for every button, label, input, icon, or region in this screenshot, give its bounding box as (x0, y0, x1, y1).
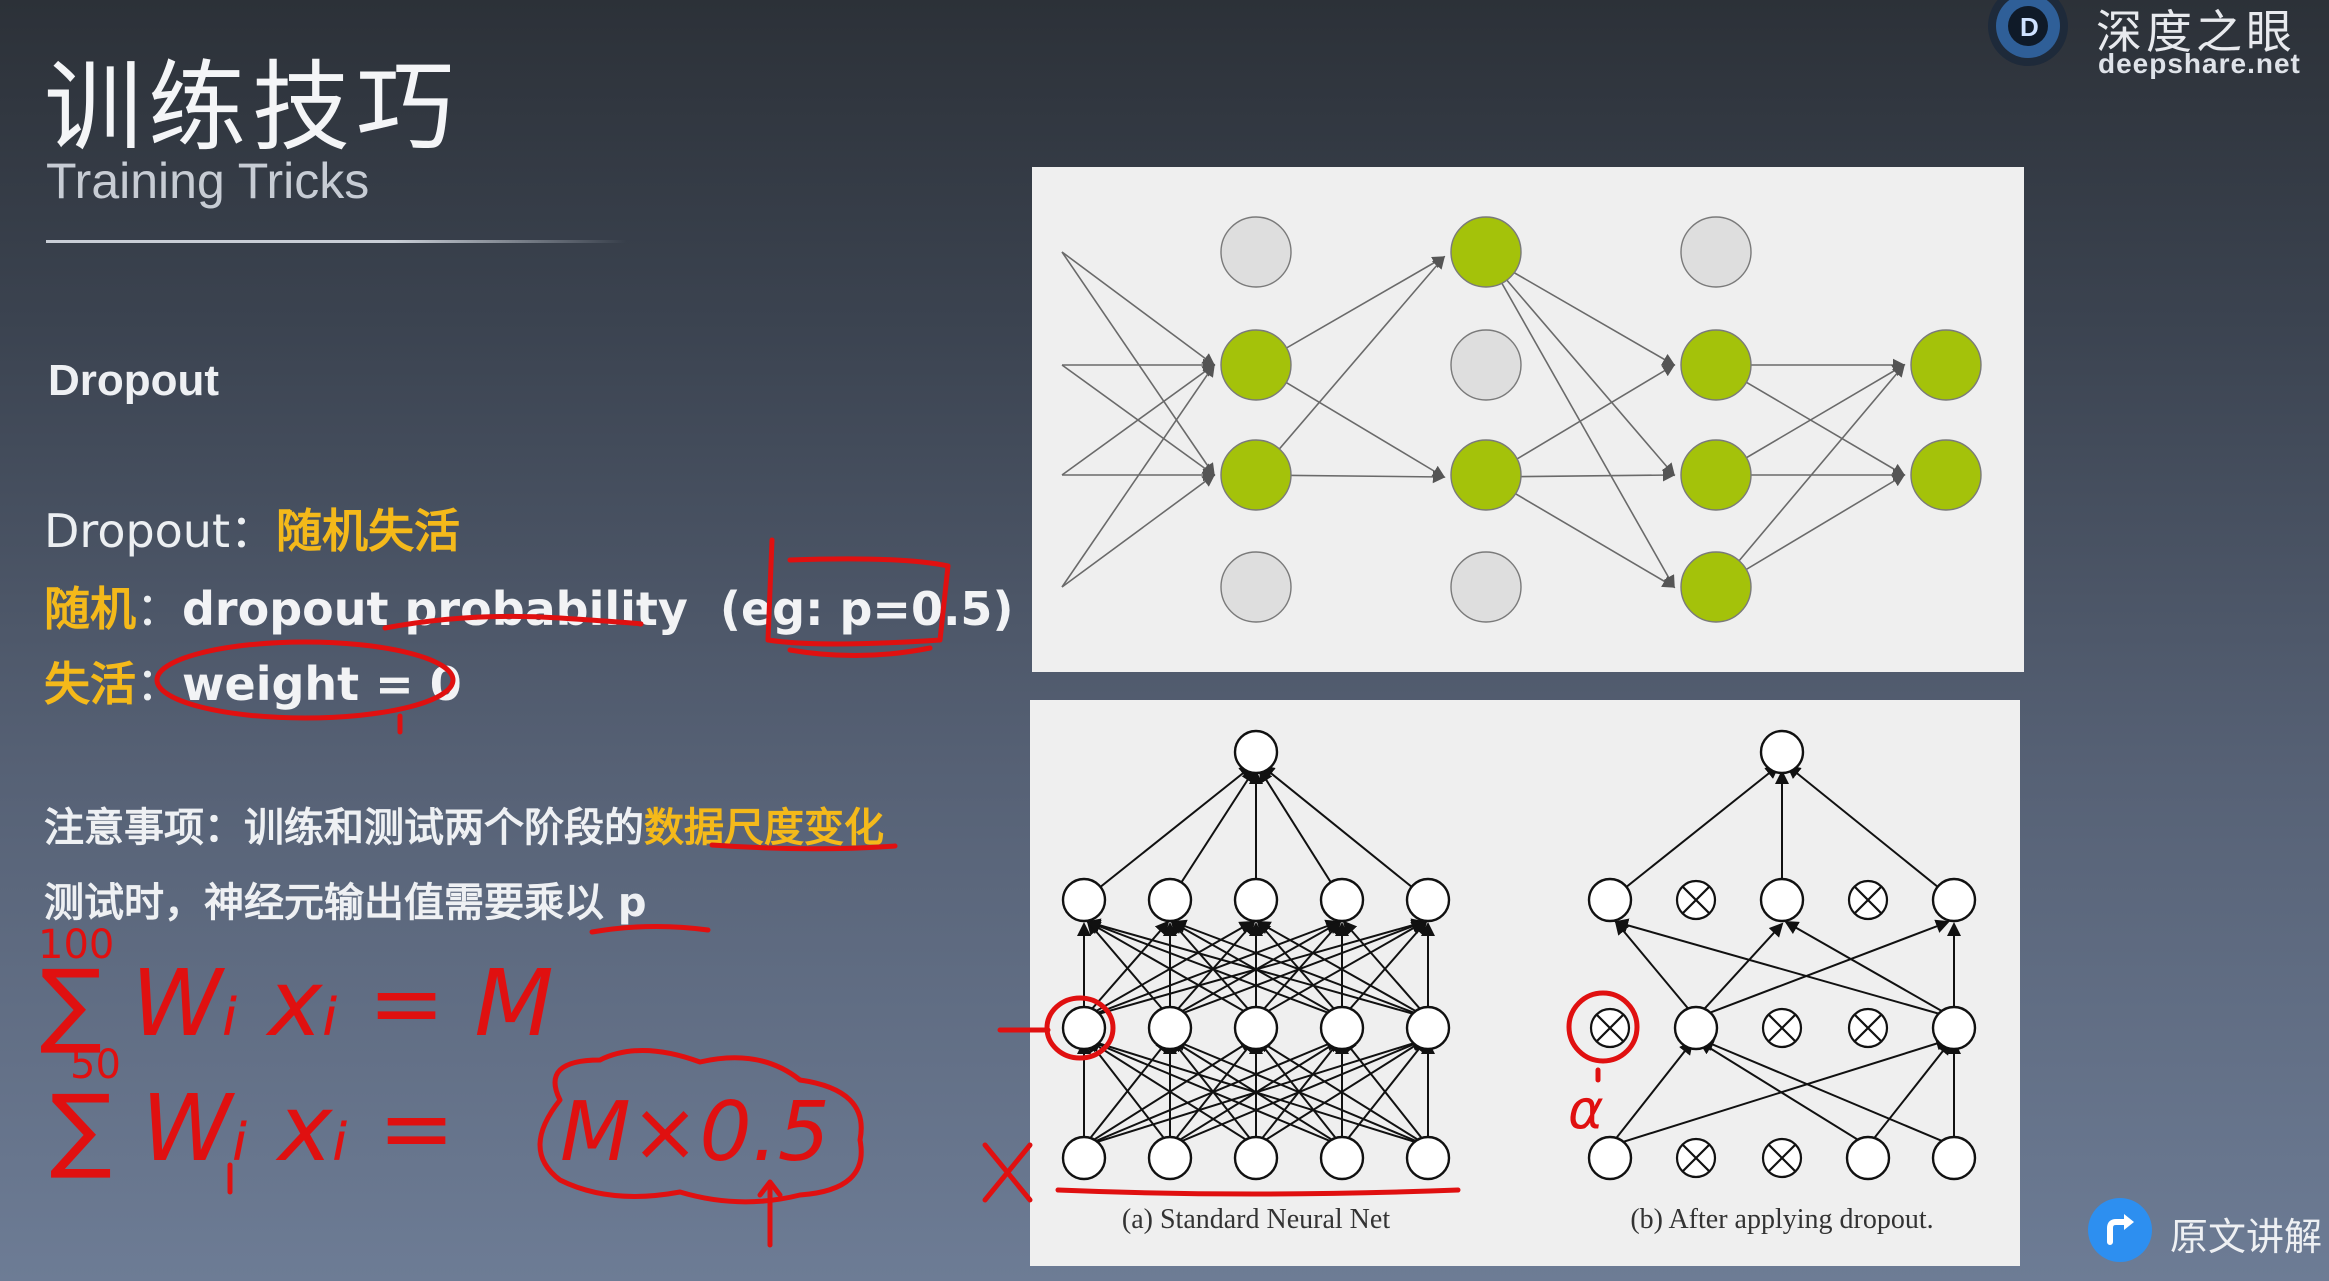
note-prefix: 注意事项：训练和测试两个阶段的 (44, 805, 644, 851)
neuron (1931, 1135, 1977, 1181)
deactivate-sep: ： (136, 657, 182, 711)
neuron (1405, 1005, 1451, 1051)
note-line-2: 测试时，神经元输出值需要乘以 p (44, 880, 647, 926)
svg-text:D: D (2020, 12, 2039, 42)
neuron (1587, 877, 1633, 923)
neuron (1759, 729, 1805, 775)
sum2-equation: ∑ Wᵢ xᵢ = (50, 1075, 455, 1182)
dropped-neurons (1589, 879, 1889, 1179)
node-active (1450, 216, 1522, 288)
slide-title-en: Training Tricks (46, 153, 370, 209)
neuron (1147, 877, 1193, 923)
neuron (1587, 1135, 1633, 1181)
node-active (1680, 439, 1752, 511)
standard-vs-dropout-panel: (a) Standard Neural Net (b) After applyi… (1030, 700, 2020, 1266)
share-arrow-icon (2107, 1214, 2134, 1245)
random-sep: ： (136, 582, 182, 636)
note-highlight: 数据尺度变化 (644, 805, 884, 851)
neuron (1673, 1005, 1719, 1051)
title-divider (46, 240, 626, 243)
node-dropped (1450, 329, 1522, 401)
node-dropped (1220, 216, 1292, 288)
random-line: 随机：dropout probability (eg: p=0.5) (44, 573, 1013, 639)
sum1-equation: ∑ Wᵢ xᵢ = M (40, 950, 554, 1057)
standard-vs-dropout-diagram: (a) Standard Neural Net (b) After applyi… (1061, 729, 1977, 1235)
node-dropped (1220, 551, 1292, 623)
node-active (1680, 551, 1752, 623)
caption-dropout-net: (b) After applying dropout. (1630, 1204, 1933, 1235)
node-active (1450, 439, 1522, 511)
node-active (1680, 329, 1752, 401)
deactivate-text: weight = 0 (182, 657, 462, 711)
neuron (1061, 877, 1107, 923)
node-dropped (1450, 551, 1522, 623)
neuron (1233, 1135, 1279, 1181)
definition-line: Dropout：随机失活 (44, 495, 460, 561)
node-active (1220, 329, 1292, 401)
random-text: dropout probability (182, 582, 688, 636)
original-explanation-label[interactable]: 原文讲解 (2170, 1206, 2322, 1261)
random-example: (eg: p=0.5) (687, 582, 1014, 636)
neuron (1319, 877, 1365, 923)
dropout-diagram-panel (1032, 167, 2024, 672)
neuron (1233, 877, 1279, 923)
original-explanation-button[interactable] (2088, 1198, 2152, 1262)
neuron (1147, 1135, 1193, 1181)
node-dropped (1680, 216, 1752, 288)
neuron (1319, 1135, 1365, 1181)
sum1-upper-limit: 100 (38, 922, 114, 968)
node-output (1910, 329, 1982, 401)
node-output (1910, 439, 1982, 511)
slide-title-cn: 训练技巧 (44, 51, 461, 165)
dropout-network-diagram (1061, 216, 1982, 623)
neuron (1845, 1135, 1891, 1181)
deactivate-label: 失活 (44, 657, 136, 711)
deepshare-logo-icon: D (1988, 0, 2068, 66)
neuron (1061, 1005, 1107, 1051)
term-value: 随机失活 (276, 504, 460, 558)
result-term: M×0.5 (560, 1085, 830, 1180)
neuron (1233, 1005, 1279, 1051)
section-heading: Dropout (48, 356, 220, 405)
node-active (1220, 439, 1292, 511)
random-label: 随机 (44, 582, 136, 636)
neuron (1405, 1135, 1451, 1181)
brand-url: deepshare.net (2098, 48, 2301, 79)
neuron (1319, 1005, 1365, 1051)
neuron (1931, 1005, 1977, 1051)
note-line-1: 注意事项：训练和测试两个阶段的数据尺度变化 (44, 795, 884, 853)
neuron (1759, 877, 1805, 923)
neuron (1931, 877, 1977, 923)
deactivate-line: 失活：weight = 0 (44, 648, 462, 714)
term-label: Dropout： (44, 504, 276, 558)
neuron (1061, 1135, 1107, 1181)
caption-standard-net: (a) Standard Neural Net (1122, 1204, 1390, 1235)
sum2-upper-limit: 50 (70, 1042, 121, 1088)
neuron (1147, 1005, 1193, 1051)
neuron (1405, 877, 1451, 923)
neuron (1233, 729, 1279, 775)
